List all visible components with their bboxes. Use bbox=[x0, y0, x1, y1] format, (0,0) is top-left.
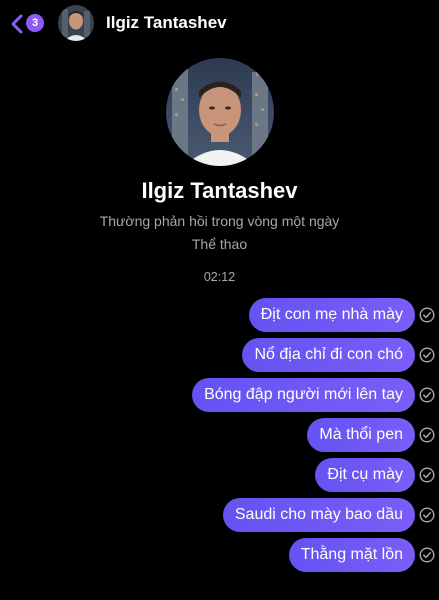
message-row: Thằng mặt lồn bbox=[0, 538, 439, 572]
message-row: Bóng đập người mới lên tay bbox=[0, 378, 439, 412]
message-row: Nổ địa chỉ đi con chó bbox=[0, 338, 439, 372]
header-contact-name[interactable]: Ilgiz Tantashev bbox=[106, 13, 227, 33]
sent-check-icon bbox=[419, 467, 435, 483]
message-timestamp: 02:12 bbox=[203, 270, 236, 284]
message-row: Địt con mẹ nhà mày bbox=[0, 298, 439, 332]
message-list: Địt con mẹ nhà mày Nổ địa chỉ đi con chó… bbox=[0, 298, 439, 578]
message-bubble[interactable]: Địt con mẹ nhà mày bbox=[248, 298, 415, 332]
profile-response-time: Thường phản hồi trong vòng một ngày bbox=[99, 213, 340, 229]
message-bubble[interactable]: Thằng mặt lồn bbox=[288, 538, 415, 572]
sent-check-icon bbox=[419, 387, 435, 403]
unread-count-badge: 3 bbox=[26, 14, 44, 32]
message-row: Saudi cho mày bao dầu bbox=[0, 498, 439, 532]
profile-avatar[interactable] bbox=[166, 58, 274, 166]
chat-header: 3 Ilgiz Tantashev bbox=[0, 0, 439, 48]
header-avatar[interactable] bbox=[58, 5, 94, 41]
sent-check-icon bbox=[419, 307, 435, 323]
message-bubble[interactable]: Bóng đập người mới lên tay bbox=[192, 378, 415, 412]
message-bubble[interactable]: Mà thổi pen bbox=[307, 418, 415, 452]
back-button[interactable]: 3 bbox=[10, 12, 48, 36]
message-bubble[interactable]: Địt cụ mày bbox=[315, 458, 415, 492]
message-row: Địt cụ mày bbox=[0, 458, 439, 492]
message-bubble[interactable]: Saudi cho mày bao dầu bbox=[222, 498, 415, 532]
sent-check-icon bbox=[419, 547, 435, 563]
sent-check-icon bbox=[419, 427, 435, 443]
sent-check-icon bbox=[419, 507, 435, 523]
profile-name: Ilgiz Tantashev bbox=[141, 178, 298, 203]
message-row: Mà thổi pen bbox=[0, 418, 439, 452]
message-bubble[interactable]: Nổ địa chỉ đi con chó bbox=[242, 338, 415, 372]
sent-check-icon bbox=[419, 347, 435, 363]
profile-category: Thể thao bbox=[191, 236, 248, 252]
chevron-left-icon bbox=[11, 14, 23, 34]
